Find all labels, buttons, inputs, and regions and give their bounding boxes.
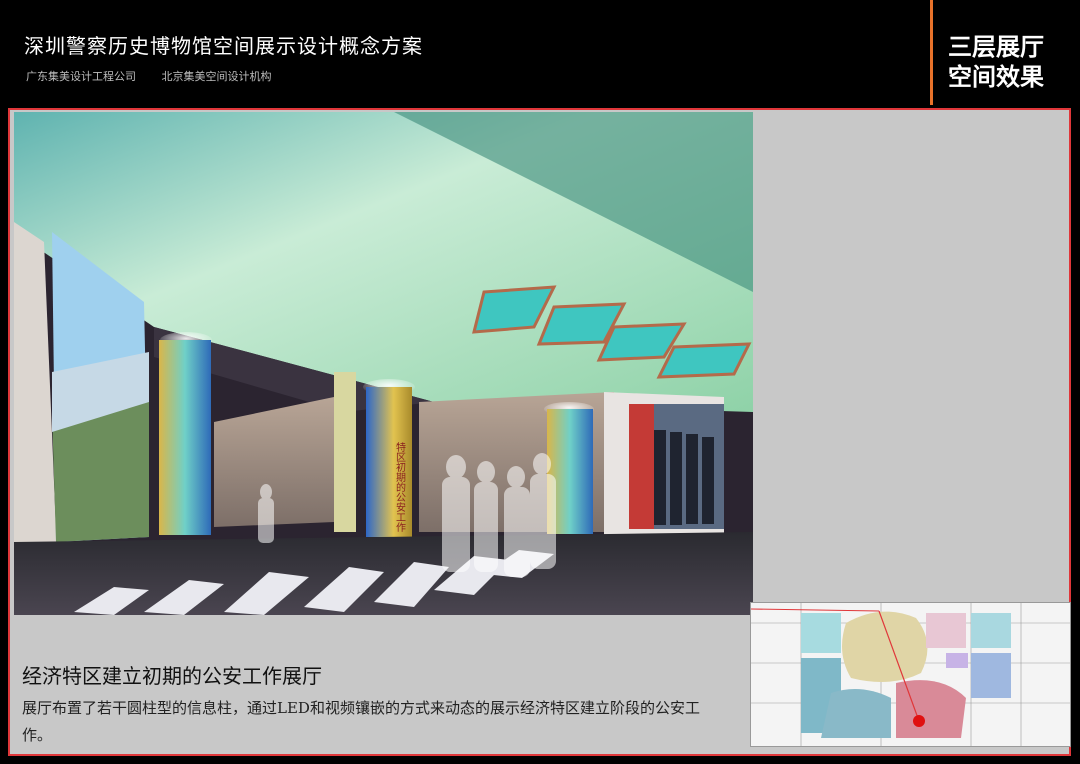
caption-heading: 经济特区建立初期的公安工作展厅 (22, 664, 322, 688)
section-label-line1: 三层展厅 (948, 33, 1044, 61)
header: 深圳警察历史博物馆空间展示设计概念方案 广东集美设计工程公司 北京集美空间设计机… (0, 0, 1080, 106)
company-2: 北京集美空间设计机构 (161, 70, 272, 83)
section-label: 三层展厅 空间效果 (948, 32, 1044, 92)
accent-divider (930, 0, 933, 105)
right-blank-panel (753, 112, 1069, 602)
page-title: 深圳警察历史博物馆空间展示设计概念方案 (24, 34, 423, 58)
section-label-line2: 空间效果 (948, 63, 1044, 91)
company-credits: 广东集美设计工程公司 北京集美空间设计机构 (26, 68, 294, 84)
floor-plan-map (750, 602, 1071, 747)
hall-rendering: 特区初期的公安工作 (14, 112, 753, 615)
location-marker-icon (913, 715, 925, 727)
caption-body: 展厅布置了若干圆柱型的信息柱，通过LED和视频镶嵌的方式来动态的展示经济特区建立… (22, 699, 700, 744)
company-1: 广东集美设计工程公司 (26, 70, 136, 83)
column-sign: 特区初期的公安工作 (394, 442, 406, 532)
